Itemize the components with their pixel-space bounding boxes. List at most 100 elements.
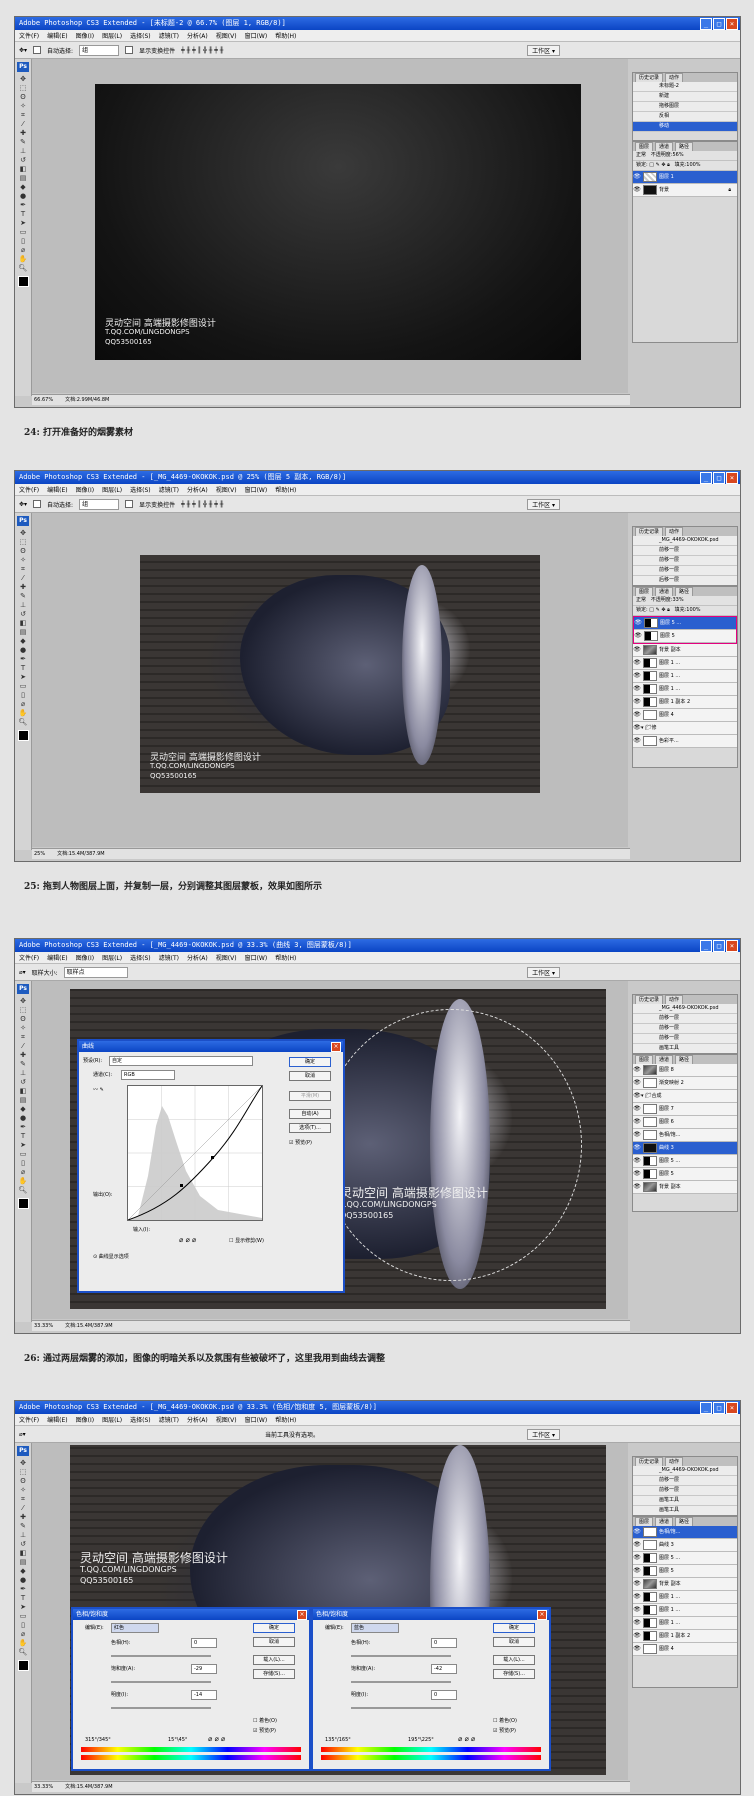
crop-tool-icon[interactable]: ⌗ (19, 1495, 28, 1503)
eye-icon[interactable]: 👁︎ (633, 184, 641, 196)
eyedropper-icons[interactable]: ⌀ ⌀ ⌀ (208, 1735, 225, 1743)
menu-view[interactable]: 视图(V) (216, 31, 237, 40)
edit-dropdown[interactable]: 红色 (111, 1623, 159, 1633)
heal-tool-icon[interactable]: ✚ (19, 129, 28, 137)
maximize-button[interactable]: □ (713, 940, 725, 952)
menu-window[interactable]: 窗口(W) (245, 31, 268, 40)
brush-tool-icon[interactable]: ✎ (19, 1060, 28, 1068)
zoom-tool-icon[interactable]: 🔍︎ (19, 1186, 28, 1194)
blur-tool-icon[interactable]: ◆ (19, 1105, 28, 1113)
menu-file[interactable]: 文件(F) (19, 953, 39, 962)
options-button[interactable]: 选项(T)... (289, 1123, 331, 1133)
layer-group-row[interactable]: 👁︎ ▾ 📁︎ 修 (633, 722, 737, 735)
cancel-button[interactable]: 取消 (289, 1071, 331, 1081)
eye-icon[interactable]: 👁︎ (633, 1604, 641, 1616)
pen-tool-icon[interactable]: ✒ (19, 1585, 28, 1593)
tab-layers[interactable]: 图层 (635, 1055, 654, 1064)
marquee-tool-icon[interactable]: ⬚ (19, 1006, 28, 1014)
history-item[interactable]: 前移一层 (633, 556, 737, 566)
tab-paths[interactable]: 路径 (675, 1517, 694, 1526)
layer-row[interactable]: 👁︎ 背景 副本 (633, 1181, 737, 1194)
eye-icon[interactable]: 👁︎ (633, 1591, 641, 1603)
tab-layers[interactable]: 图层 (635, 142, 654, 151)
menu-image[interactable]: 图像(I) (76, 485, 94, 494)
dodge-tool-icon[interactable]: ● (19, 1114, 28, 1122)
load-button[interactable]: 载入(L)... (493, 1655, 535, 1665)
layer-row[interactable]: 👁︎ 图层 1 ... (633, 683, 737, 696)
hand-tool-icon[interactable]: ✋ (19, 1639, 28, 1647)
shape-tool-icon[interactable]: ▭ (19, 682, 28, 690)
slice-tool-icon[interactable]: ⁄ (19, 120, 28, 128)
tab-history[interactable]: 历史记录 (635, 527, 664, 536)
saturation-input[interactable]: -29 (191, 1664, 217, 1674)
eye-icon[interactable]: 👁︎ (634, 630, 642, 642)
ok-button[interactable]: 确定 (253, 1623, 295, 1633)
close-icon[interactable]: × (331, 1042, 341, 1052)
menu-help[interactable]: 帮助(H) (275, 1415, 296, 1424)
history-brush-icon[interactable]: ↺ (19, 610, 28, 618)
show-clipping-checkbox[interactable]: ☐ 显示修剪(W) (229, 1237, 264, 1244)
colorize-checkbox[interactable]: ☐ 着色(O) (493, 1717, 517, 1724)
menu-file[interactable]: 文件(F) (19, 1415, 39, 1424)
layer-row[interactable]: 👁︎ 曲线 3 (633, 1142, 737, 1155)
lasso-tool-icon[interactable]: ʘ (19, 1477, 28, 1485)
eye-icon[interactable]: 👁︎ (634, 617, 642, 629)
preview-checkbox[interactable]: ☑ 预览(P) (253, 1727, 276, 1734)
zoom-tool-icon[interactable]: 🔍︎ (19, 1648, 28, 1656)
menu-analysis[interactable]: 分析(A) (187, 31, 208, 40)
layer-row[interactable]: 👁︎ 图层 1 副本 2 (633, 1630, 737, 1643)
layer-row[interactable]: 👁︎ 图层 1 副本 2 (633, 696, 737, 709)
layer-row[interactable]: 👁︎ 图层 1 ... (633, 670, 737, 683)
layer-row[interactable]: 👁︎ 图层 8 (633, 1064, 737, 1077)
close-button[interactable]: × (726, 472, 738, 484)
history-brush-icon[interactable]: ↺ (19, 156, 28, 164)
wand-tool-icon[interactable]: ✧ (19, 1024, 28, 1032)
menu-layer[interactable]: 图层(L) (102, 1415, 122, 1424)
menu-image[interactable]: 图像(I) (76, 1415, 94, 1424)
close-icon[interactable]: × (297, 1610, 307, 1620)
heal-tool-icon[interactable]: ✚ (19, 1051, 28, 1059)
type-tool-icon[interactable]: T (19, 664, 28, 672)
eye-icon[interactable]: 👁︎ (633, 1565, 641, 1577)
crop-tool-icon[interactable]: ⌗ (19, 111, 28, 119)
tab-history[interactable]: 历史记录 (635, 995, 664, 1004)
smooth-button[interactable]: 平滑(M) (289, 1091, 331, 1101)
menu-file[interactable]: 文件(F) (19, 31, 39, 40)
cancel-button[interactable]: 取消 (253, 1637, 295, 1647)
history-snapshot[interactable]: _MG_4469-OKOKOK.psd (633, 1466, 737, 1476)
color-swatch-icon[interactable] (17, 730, 29, 741)
move-tool-icon[interactable]: ✥▾ (19, 501, 27, 508)
sample-size-dropdown[interactable]: 取样点 (63, 966, 128, 978)
minimize-button[interactable]: _ (700, 940, 712, 952)
fill-value[interactable]: 100% (686, 162, 700, 168)
layer-row[interactable]: 👁︎ 图层 5 ... (633, 1155, 737, 1168)
wand-tool-icon[interactable]: ✧ (19, 102, 28, 110)
menu-select[interactable]: 选择(S) (130, 1415, 151, 1424)
layer-row[interactable]: 👁︎ 曲线 3 (633, 1539, 737, 1552)
blend-mode-dropdown[interactable]: 正常 (636, 597, 646, 603)
zoom-level[interactable]: 25% (34, 851, 45, 857)
opacity-value[interactable]: 33% (672, 597, 683, 603)
eye-icon[interactable]: 👁︎ (633, 644, 641, 656)
workspace-dropdown[interactable]: 工作区 ▾ (527, 44, 560, 56)
save-button[interactable]: 存储(S)... (493, 1669, 535, 1679)
move-tool-icon[interactable]: ✥ (19, 529, 28, 537)
layer-row[interactable]: 👁︎ 图层 5 (633, 1168, 737, 1181)
history-item[interactable]: 后移一层 (633, 576, 737, 585)
notes-tool-icon[interactable]: ▯ (19, 691, 28, 699)
preview-checkbox[interactable]: ☑ 预览(P) (493, 1727, 516, 1734)
close-icon[interactable]: × (537, 1610, 547, 1620)
layer-row[interactable]: 👁︎ 图层 1 (633, 171, 737, 184)
menu-filter[interactable]: 滤镜(T) (159, 31, 179, 40)
eye-icon[interactable]: 👁︎ (633, 1181, 641, 1193)
menu-window[interactable]: 窗口(W) (245, 485, 268, 494)
canvas-area[interactable]: 灵动空间 高端摄影修图设计 T.QQ.COM/LINGDONGPS QQ5350… (32, 981, 628, 1319)
menu-image[interactable]: 图像(I) (76, 31, 94, 40)
workspace-dropdown[interactable]: 工作区 ▾ (527, 966, 560, 978)
tab-channels[interactable]: 通道 (655, 142, 674, 151)
canvas-area[interactable]: 灵动空间 高端摄影修图设计 T.QQ.COM/LINGDONGPS QQ5350… (32, 1443, 628, 1780)
auto-select-checkbox[interactable] (33, 500, 42, 508)
canvas-area[interactable]: 灵动空间 高端摄影修图设计 T.QQ.COM/LINGDONGPS QQ5350… (32, 59, 628, 393)
eyedropper-tool-icon[interactable]: ⌀▾ (19, 1431, 26, 1438)
maximize-button[interactable]: □ (713, 18, 725, 30)
